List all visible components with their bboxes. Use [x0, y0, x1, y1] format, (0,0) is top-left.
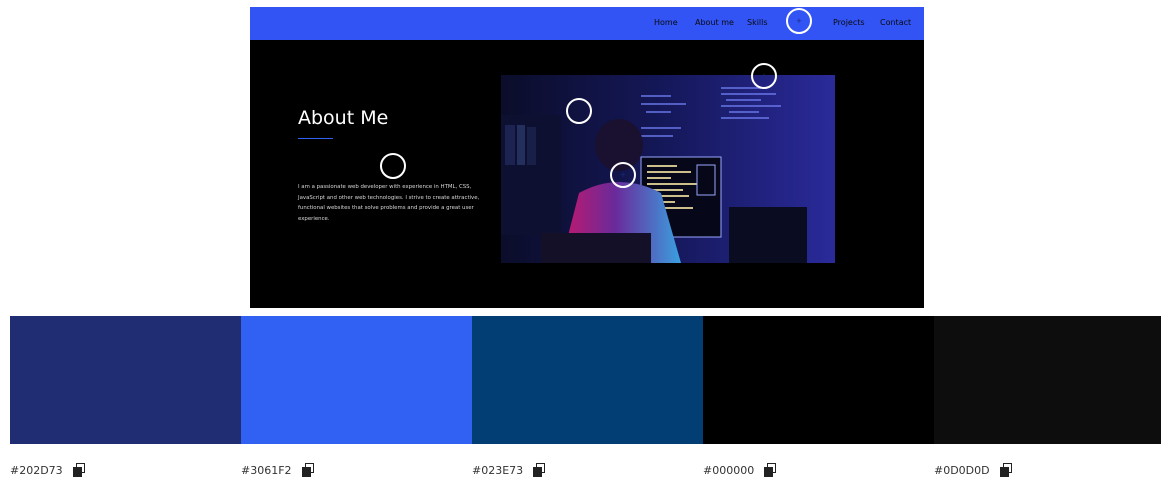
- copy-icon[interactable]: [301, 463, 316, 477]
- color-swatch[interactable]: [703, 316, 934, 444]
- hotspot-marker[interactable]: [380, 153, 406, 179]
- swatch-label: #000000: [703, 463, 778, 477]
- color-swatch[interactable]: [472, 316, 703, 444]
- swatch-label: #023E73: [472, 463, 547, 477]
- about-paragraph: I am a passionate web developer with exp…: [298, 184, 480, 222]
- swatch-hex: #023E73: [472, 463, 524, 477]
- developer-photo: [501, 75, 835, 263]
- nav-link-projects[interactable]: Projects: [833, 18, 865, 27]
- nav-link-about[interactable]: About me: [695, 18, 734, 27]
- copy-icon[interactable]: [764, 463, 778, 477]
- nav-link-home[interactable]: Home: [654, 18, 678, 27]
- hotspot-marker[interactable]: [566, 98, 592, 124]
- hotspot-marker[interactable]: +: [610, 162, 636, 188]
- website-preview: Home About me Skills Projects Contact Ab…: [250, 7, 924, 308]
- swatch-hex: #0D0D0D: [934, 463, 990, 477]
- hotspot-marker[interactable]: +: [786, 8, 812, 34]
- plus-icon: +: [620, 169, 626, 180]
- copy-icon[interactable]: [533, 463, 547, 477]
- plus-icon: +: [761, 70, 767, 81]
- color-swatch[interactable]: [241, 316, 472, 444]
- heading-underline: [298, 138, 333, 139]
- copy-icon[interactable]: [999, 463, 1014, 477]
- developer-photo-illustration: [501, 75, 835, 263]
- copy-icon[interactable]: [72, 463, 87, 477]
- swatch-label: #3061F2: [241, 463, 316, 477]
- nav-link-contact[interactable]: Contact: [880, 18, 911, 27]
- nav-link-skills[interactable]: Skills: [747, 18, 768, 27]
- swatch-hex: #202D73: [10, 463, 63, 477]
- swatch-label: #202D73: [10, 463, 87, 477]
- swatch-label: #0D0D0D: [934, 463, 1014, 477]
- color-swatch[interactable]: [10, 316, 241, 444]
- hotspot-marker[interactable]: +: [751, 63, 777, 89]
- navbar: Home About me Skills Projects Contact: [250, 7, 924, 40]
- swatch-hex: #3061F2: [241, 463, 292, 477]
- swatch-hex: #000000: [703, 463, 755, 477]
- color-swatch[interactable]: [934, 316, 1161, 444]
- about-heading: About Me: [298, 107, 389, 129]
- plus-icon: +: [796, 15, 802, 26]
